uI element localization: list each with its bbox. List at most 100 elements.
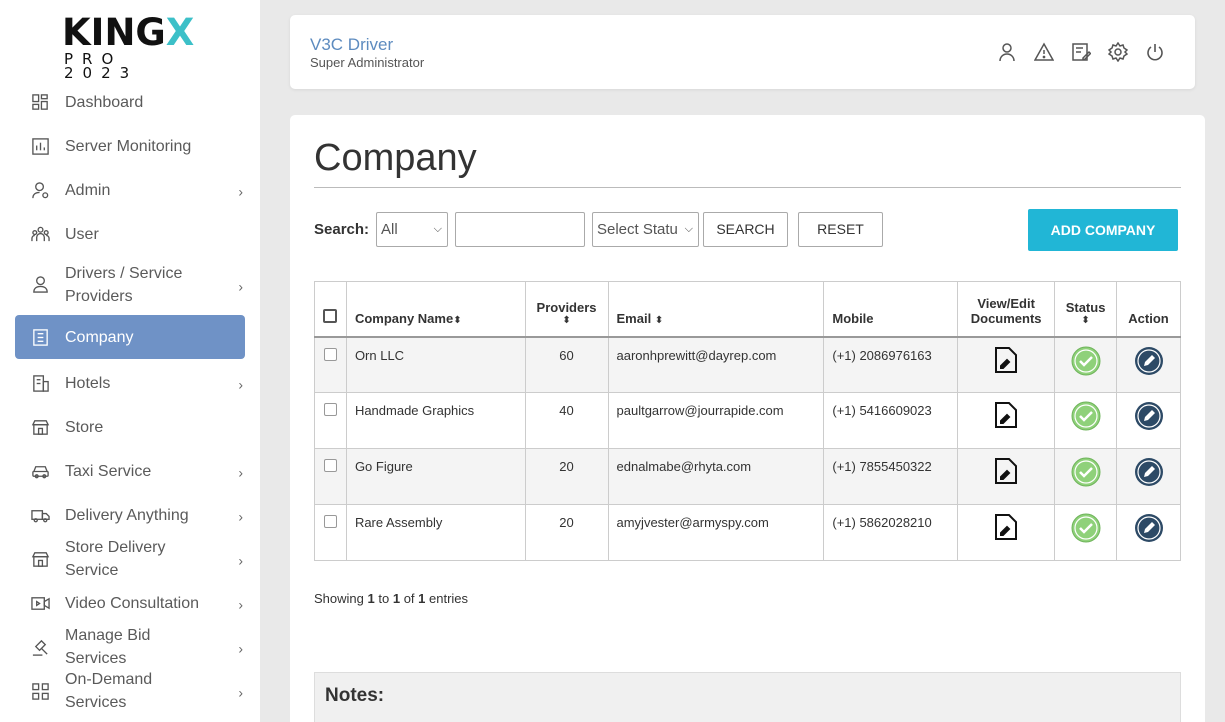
chevron-down-icon: ⌵ [684, 223, 693, 235]
sidebar-item-server-monitoring[interactable]: Server Monitoring [15, 124, 245, 168]
mobile: (+1) 2086976163 [823, 336, 959, 393]
search-button[interactable]: SEARCH [703, 212, 788, 247]
warning-icon[interactable] [1034, 42, 1054, 62]
table-row: Handmade Graphics 40 paultgarrow@jourrap… [314, 392, 1181, 449]
row-checkbox[interactable] [323, 515, 337, 528]
sidebar-item-dashboard[interactable]: Dashboard [15, 80, 245, 124]
edit-action-icon[interactable] [1116, 504, 1181, 561]
user-icon[interactable] [997, 42, 1017, 62]
edit-action-icon[interactable] [1116, 448, 1181, 505]
sort-icon: ⬍ [453, 314, 462, 326]
status-active-icon[interactable] [1054, 336, 1118, 393]
sidebar-item-video-consultation[interactable]: Video Consultation › [15, 581, 245, 625]
col-mobile: Mobile [823, 281, 959, 337]
notes-title: Notes: [325, 685, 385, 706]
document-icon[interactable] [957, 336, 1056, 393]
sidebar-item-label: Taxi Service [65, 462, 152, 480]
email: amyjvester@armyspy.com [607, 504, 825, 561]
chevron-right-icon: › [238, 684, 243, 701]
hotel-icon [31, 374, 50, 393]
email: paultgarrow@jourrapide.com [607, 392, 825, 449]
add-company-button[interactable]: ADD COMPANY [1028, 209, 1178, 251]
sidebar-item-user[interactable]: User [15, 212, 245, 256]
sidebar-item-drivers[interactable]: Drivers / Service Providers › [15, 256, 245, 313]
sidebar-item-on-demand-services[interactable]: On-Demand Services › [15, 669, 245, 713]
document-icon[interactable] [957, 448, 1056, 505]
sidebar-item-manage-bid-services[interactable]: Manage Bid Services › [15, 625, 245, 669]
user-role: Super Administrator [310, 55, 425, 70]
sidebar-item-label: Company [65, 328, 134, 346]
header-actions [997, 42, 1165, 62]
sidebar-item-label: Drivers / Service Providers [65, 264, 183, 305]
title-divider [314, 187, 1181, 188]
brand-logo[interactable]: KINGX PRO 2023 [62, 14, 202, 81]
status-active-icon[interactable] [1054, 504, 1118, 561]
status-active-icon[interactable] [1054, 392, 1118, 449]
table-row: Rare Assembly 20 amyjvester@armyspy.com … [314, 504, 1181, 561]
mobile: (+1) 5862028210 [823, 504, 959, 561]
company-name: Go Figure [345, 448, 526, 505]
page-title: Company [314, 137, 477, 179]
col-providers[interactable]: Providers ⬍ [524, 281, 609, 337]
sort-icon: ⬍ [1081, 314, 1090, 326]
chevron-right-icon: › [238, 508, 243, 525]
document-icon[interactable] [957, 392, 1056, 449]
row-checkbox[interactable] [323, 347, 337, 361]
search-input[interactable] [455, 212, 585, 247]
providers-count-link[interactable]: 20 [524, 504, 609, 561]
status-select[interactable]: Select Statu ⌵ [592, 212, 699, 247]
col-status[interactable]: Status ⬍ [1054, 281, 1118, 337]
providers-count-link[interactable]: 40 [524, 392, 609, 449]
col-action: Action [1116, 281, 1181, 337]
chevron-down-icon: ⌵ [433, 223, 442, 235]
sidebar-item-store[interactable]: Store [15, 405, 245, 449]
select-all-checkbox-cell [314, 281, 347, 337]
col-email[interactable]: Email ⬍ [607, 281, 825, 337]
edit-note-icon[interactable] [1071, 42, 1091, 62]
reset-button[interactable]: RESET [798, 212, 883, 247]
sidebar-item-label: Admin [65, 181, 111, 199]
providers-count-link[interactable]: 20 [524, 448, 609, 505]
edit-action-icon[interactable] [1116, 392, 1181, 449]
chevron-right-icon: › [238, 596, 243, 613]
col-documents: View/Edit Documents [957, 281, 1056, 337]
settings-icon[interactable] [1108, 42, 1128, 62]
building-icon [31, 328, 50, 347]
sidebar-item-label: Manage Bid Services [65, 627, 151, 667]
sidebar-item-label: User [65, 225, 99, 243]
row-checkbox-cell [314, 336, 347, 393]
chevron-right-icon: › [238, 464, 243, 481]
taxi-icon [31, 462, 50, 481]
chart-icon [31, 137, 50, 156]
document-icon[interactable] [957, 504, 1056, 561]
status-active-icon[interactable] [1054, 448, 1118, 505]
chevron-right-icon: › [238, 376, 243, 393]
search-bar: Search: All ⌵ Select Statu ⌵ SEARCH RESE… [314, 209, 1181, 251]
sidebar-item-hotels[interactable]: Hotels › [15, 361, 245, 405]
edit-action-icon[interactable] [1116, 336, 1181, 393]
row-checkbox[interactable] [323, 459, 337, 472]
providers-count-link[interactable]: 60 [524, 336, 609, 393]
sidebar-item-company[interactable]: Company [15, 315, 245, 359]
sidebar-item-label: Delivery Anything [65, 506, 189, 524]
sidebar-item-label: Dashboard [65, 93, 144, 111]
col-company-name[interactable]: Company Name⬍ [345, 281, 526, 337]
sidebar-item-label: On-Demand Services [65, 671, 153, 711]
notes-panel: Notes: [314, 672, 1181, 722]
pagination-info: Showing 1 to 1 of 1 entries [314, 591, 469, 606]
mobile: (+1) 5416609023 [823, 392, 959, 449]
sidebar-nav: Dashboard Server Monitoring Admin › User… [15, 80, 245, 713]
search-field-select[interactable]: All ⌵ [376, 212, 448, 247]
select-all-checkbox[interactable] [323, 308, 338, 323]
sidebar-item-store-delivery-service[interactable]: Store Delivery Service › [15, 537, 245, 581]
company-name: Rare Assembly [345, 504, 526, 561]
sidebar-item-admin[interactable]: Admin › [15, 168, 245, 212]
power-icon[interactable] [1145, 42, 1165, 62]
store-icon [31, 418, 50, 437]
sidebar: KINGX PRO 2023 Dashboard Server Monitori… [0, 0, 260, 722]
sidebar-item-delivery-anything[interactable]: Delivery Anything › [15, 493, 245, 537]
sidebar-item-taxi-service[interactable]: Taxi Service › [15, 449, 245, 493]
row-checkbox-cell [314, 504, 347, 561]
row-checkbox[interactable] [323, 403, 337, 416]
mobile: (+1) 7855450322 [823, 448, 959, 505]
